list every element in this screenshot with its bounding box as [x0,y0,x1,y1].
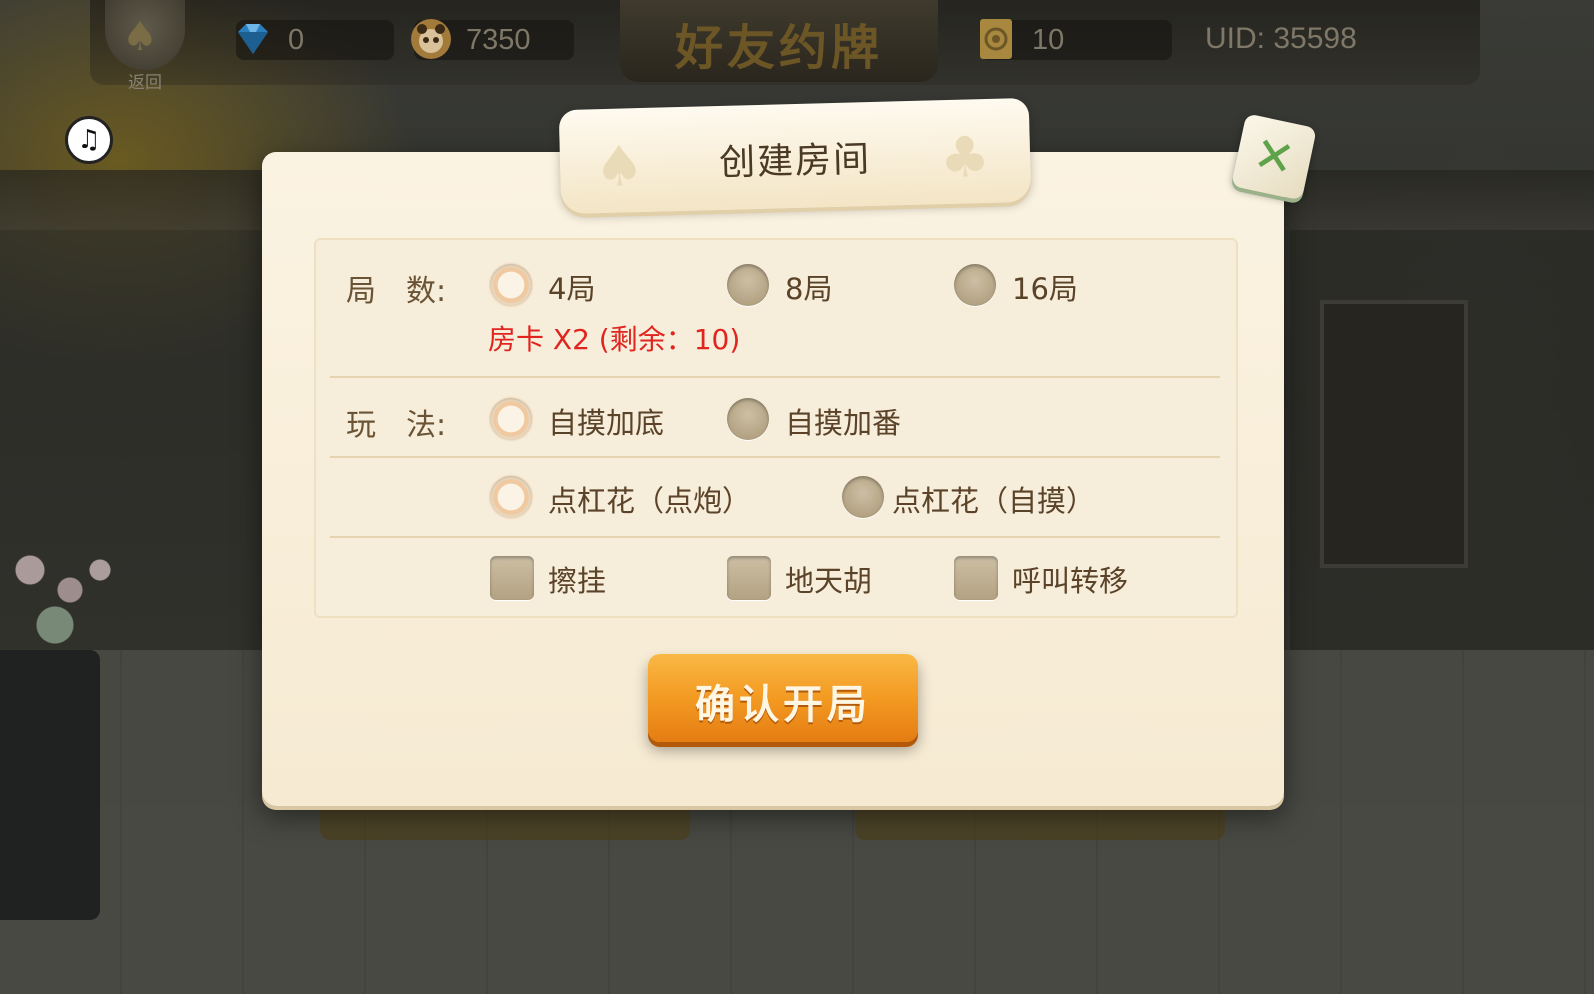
dialog-title-tab: ♠ ♣ 创建房间 [558,97,1032,215]
checkbox-unchecked[interactable] [727,556,771,600]
back-button[interactable]: ♠ 返回 [100,0,190,93]
radio-selected[interactable] [490,476,532,518]
music-toggle-button[interactable]: ♫ [65,116,113,164]
radio-selected[interactable] [490,398,532,440]
coin-counter: 7350 [411,19,574,60]
room-card-icon [980,19,1012,59]
radio-unselected[interactable] [727,398,769,440]
rounds-option-label: 8局 [785,272,833,306]
diamond-count: 0 [288,24,305,56]
back-spade-icon: ♠ [122,14,158,60]
music-off-icon: ♫ [77,125,101,155]
rounds-option-label: 4局 [548,272,596,306]
diamond-counter: 0 [236,20,394,60]
rule-label: 点杠花（点炮） [548,484,752,518]
background-door [1320,300,1468,568]
back-label: 返回 [128,73,162,93]
row-divider [330,536,1220,538]
background-pot [0,650,100,920]
diamond-icon [238,24,268,54]
user-id: UID: 35598 [1205,22,1357,55]
lobby-title: 好友约牌 [674,20,883,76]
radio-unselected[interactable] [842,476,884,518]
room-card-counter: 10 [980,19,1172,60]
rule-label: 自摸加底 [548,406,665,440]
lobby-title-plate: 好友约牌 [620,0,938,82]
room-card-cost-note: 房卡 X2 (剩余：10) [488,323,741,356]
radio-unselected[interactable] [954,264,996,306]
confirm-start-button[interactable]: 确认开局 [648,654,918,742]
coin-count: 7350 [466,24,531,56]
rule-label: 擦挂 [548,564,607,598]
rounds-label: 局 数: [346,274,447,309]
rule-label: 地天胡 [785,564,873,598]
radio-unselected[interactable] [727,264,769,306]
rule-label: 点杠花（自摸） [892,484,1096,518]
rounds-option-label: 16局 [1012,272,1078,306]
rules-label: 玩 法: [346,408,447,443]
checkbox-unchecked[interactable] [490,556,534,600]
panda-coin-icon [411,19,451,59]
confirm-start-label: 确认开局 [695,682,871,728]
room-card-count: 10 [1032,24,1065,56]
background-flowers [0,540,130,650]
checkbox-unchecked[interactable] [954,556,998,600]
close-button[interactable]: ✕ [1231,113,1317,201]
row-divider [330,456,1220,458]
section-divider [330,376,1220,378]
rule-label: 呼叫转移 [1012,564,1129,598]
radio-selected[interactable] [490,264,532,306]
close-icon: ✕ [1248,125,1300,189]
rule-label: 自摸加番 [785,406,902,440]
